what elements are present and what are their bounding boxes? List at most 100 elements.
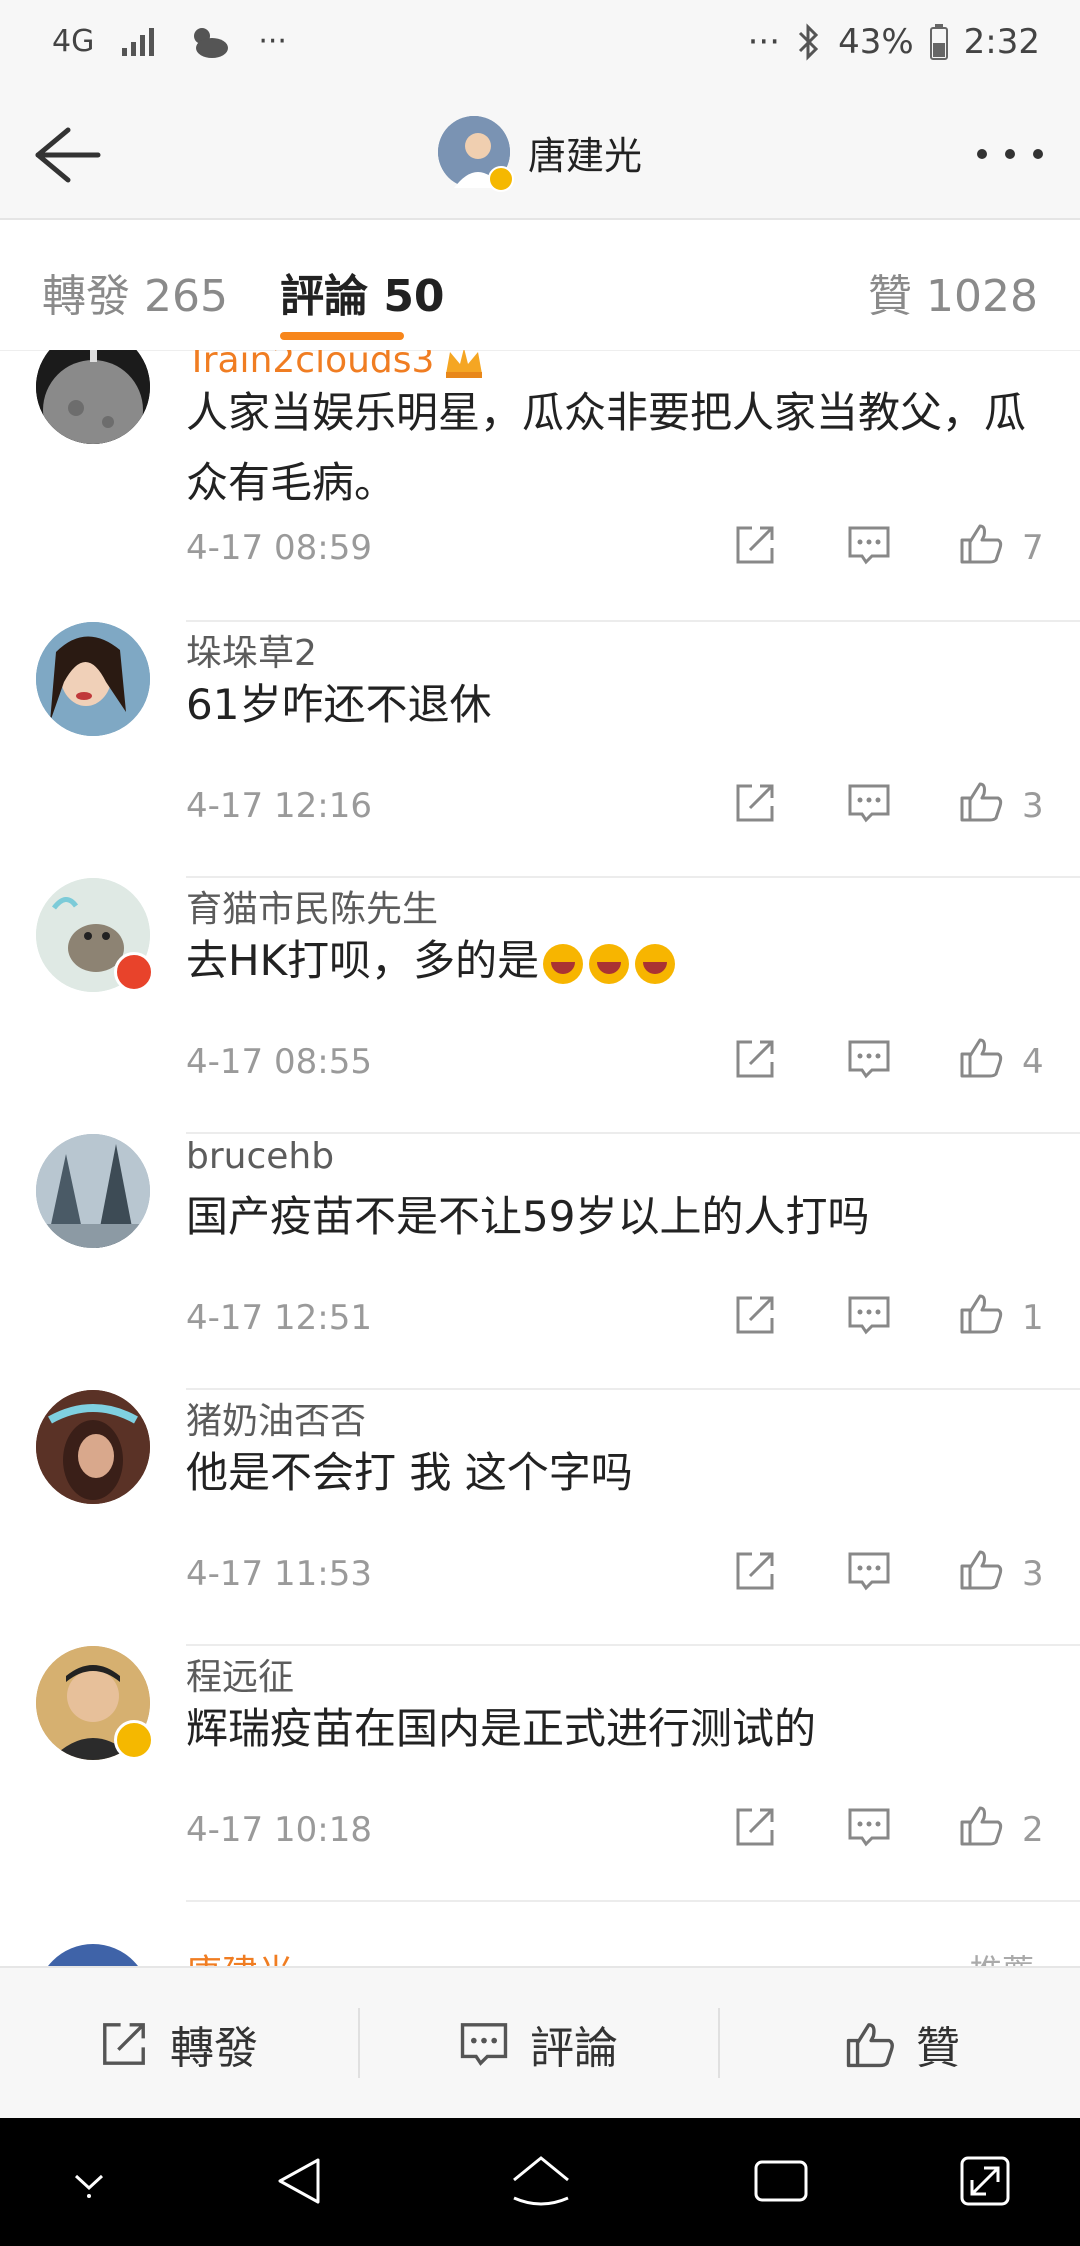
- comment-text: 国产疫苗不是不让59岁以上的人打吗: [186, 1192, 870, 1241]
- comment-text: 61岁咋还不退休: [186, 680, 492, 729]
- divider: [358, 2008, 360, 2078]
- expand-icon[interactable]: [950, 2146, 1020, 2216]
- like-icon[interactable]: [958, 520, 1004, 566]
- like-icon: [846, 2023, 894, 2068]
- like-icon[interactable]: [958, 1034, 1004, 1080]
- comment-time: 4-17 12:16: [186, 786, 372, 826]
- vip-crown-icon: [446, 350, 482, 378]
- verified-badge-icon: [114, 952, 154, 992]
- comment-time: 4-17 10:18: [186, 1810, 372, 1850]
- comment-time: 4-17 08:55: [186, 1042, 372, 1082]
- like-icon[interactable]: [958, 1546, 1004, 1592]
- comment-button[interactable]: 評論: [458, 2012, 618, 2076]
- repost-icon[interactable]: [732, 1804, 778, 1850]
- like-count: 7: [1022, 528, 1044, 568]
- home-nav-icon[interactable]: [506, 2146, 576, 2216]
- commenter-name[interactable]: 唐建光: [186, 1944, 294, 1966]
- avatar[interactable]: [36, 1390, 150, 1504]
- like-icon[interactable]: [958, 1802, 1004, 1848]
- comment-text: 辉瑞疫苗在国内是正式进行测试的: [186, 1704, 817, 1753]
- tab-bar: 轉發 265 評論 50 贊 1028: [0, 220, 1080, 351]
- tab-reposts[interactable]: 轉發 265: [42, 260, 228, 324]
- comment-icon: [460, 2023, 508, 2066]
- tab-comments[interactable]: 評論 50: [280, 260, 445, 324]
- list-item: 垛垛草2 61岁咋还不退休 4-17 12:16 3: [0, 622, 1080, 878]
- reply-icon[interactable]: [846, 1292, 892, 1338]
- recents-nav-icon[interactable]: [746, 2146, 816, 2216]
- like-icon[interactable]: [958, 1290, 1004, 1336]
- reply-icon[interactable]: [846, 1804, 892, 1850]
- list-item: 猪奶油否否 他是不会打 我 这个字吗 4-17 11:53 3: [0, 1390, 1080, 1646]
- signal-icon: [122, 28, 155, 56]
- more-notifications: ···: [258, 23, 287, 59]
- commenter-name[interactable]: brucehb: [186, 1136, 334, 1177]
- like-label: 贊: [916, 2023, 960, 2074]
- repost-icon[interactable]: [732, 522, 778, 568]
- network-indicator: 4G: [52, 23, 95, 59]
- header-user[interactable]: 唐建光: [438, 116, 643, 192]
- commenter-name[interactable]: 垛垛草2: [186, 624, 317, 676]
- avatar[interactable]: [438, 116, 514, 192]
- like-count: 2: [1022, 1810, 1044, 1850]
- more-status: ···: [747, 22, 781, 62]
- commenter-name[interactable]: Train2clouds3: [186, 350, 434, 381]
- sort-recommended[interactable]: 推薦: [970, 1946, 1034, 1966]
- comment-text: 人家当娱乐明星，瓜众非要把人家当教父，瓜众有毛病。: [186, 388, 1027, 507]
- verified-badge-icon: [488, 166, 514, 192]
- avatar[interactable]: [36, 878, 154, 992]
- reply-icon[interactable]: [846, 780, 892, 826]
- weather-icon: [194, 28, 229, 58]
- list-item: 育猫市民陈先生 去HK打呗，多的是 4-17 08:55 4: [0, 878, 1080, 1134]
- comment-label: 評論: [530, 2023, 618, 2074]
- repost-icon[interactable]: [732, 1036, 778, 1082]
- like-icon[interactable]: [958, 778, 1004, 824]
- list-item: brucehb 国产疫苗不是不让59岁以上的人打吗 4-17 12:51 1: [0, 1134, 1080, 1390]
- repost-icon[interactable]: [732, 1548, 778, 1594]
- bluetooth-icon: [799, 23, 819, 61]
- divider: [718, 2008, 720, 2078]
- comment-list[interactable]: Train2clouds3 人家当娱乐明星，瓜众非要把人家当教父，瓜众有毛病。 …: [0, 350, 1080, 1966]
- comment-text: 他是不会打 我 这个字吗: [186, 1448, 633, 1497]
- avatar[interactable]: [36, 350, 150, 444]
- reply-icon[interactable]: [846, 1036, 892, 1082]
- repost-label: 轉發: [170, 2023, 258, 2074]
- repost-icon[interactable]: [732, 1292, 778, 1338]
- tab-likes[interactable]: 贊 1028: [868, 260, 1038, 324]
- battery-percent: 43%: [838, 22, 914, 62]
- divider: [186, 1900, 1080, 1902]
- repost-icon[interactable]: [732, 780, 778, 826]
- comment-time: 4-17 11:53: [186, 1554, 372, 1594]
- like-count: 1: [1022, 1298, 1044, 1338]
- avatar[interactable]: [36, 1944, 150, 1966]
- avatar[interactable]: [36, 622, 150, 736]
- system-navigation-bar: [0, 2118, 1080, 2246]
- back-nav-icon[interactable]: [266, 2146, 336, 2216]
- avatar[interactable]: [36, 1134, 150, 1248]
- like-count: 3: [1022, 786, 1044, 826]
- laughing-emoji-icon: [635, 943, 676, 984]
- top-bar: 唐建光: [0, 92, 1080, 220]
- comment-text: 去HK打呗，多的是: [186, 926, 676, 996]
- avatar-image: [36, 1390, 150, 1504]
- reply-icon[interactable]: [846, 1548, 892, 1594]
- more-options-icon[interactable]: [974, 142, 1046, 166]
- commenter-name[interactable]: 猪奶油否否: [186, 1392, 366, 1444]
- avatar-image: [36, 622, 150, 736]
- avatar-image: [36, 1134, 150, 1248]
- commenter-name[interactable]: 育猫市民陈先生: [186, 880, 438, 932]
- back-arrow-icon[interactable]: [28, 120, 104, 190]
- comment-time: 4-17 12:51: [186, 1298, 372, 1338]
- hide-keyboard-icon[interactable]: [54, 2146, 124, 2216]
- list-item: 程远征 辉瑞疫苗在国内是正式进行测试的 4-17 10:18 2: [0, 1646, 1080, 1902]
- repost-button[interactable]: 轉發: [98, 2012, 258, 2076]
- avatar-image: [36, 350, 150, 444]
- page-title: 唐建光: [528, 133, 643, 178]
- avatar[interactable]: [36, 1646, 154, 1760]
- bottom-action-bar: 轉發 評論 贊: [0, 1966, 1080, 2120]
- like-count: 3: [1022, 1554, 1044, 1594]
- laughing-emoji-icon: [589, 943, 630, 984]
- reply-icon[interactable]: [846, 522, 892, 568]
- like-button[interactable]: 贊: [844, 2012, 960, 2076]
- commenter-name[interactable]: 程远征: [186, 1648, 294, 1700]
- list-item: Train2clouds3 人家当娱乐明星，瓜众非要把人家当教父，瓜众有毛病。 …: [0, 350, 1080, 630]
